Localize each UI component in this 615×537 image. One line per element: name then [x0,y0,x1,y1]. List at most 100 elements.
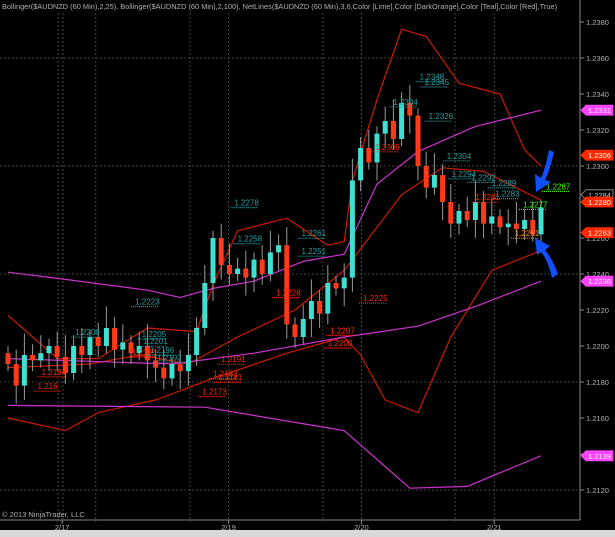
candle-body-down [292,324,298,337]
net-line-label: 1.2206 [75,328,100,337]
candle-body-up [489,216,495,224]
candle-body-up [472,202,478,220]
net-line-label: 1.2345 [425,78,450,87]
candle-body-up [522,220,528,229]
net-line-label: 1.2195 [132,348,157,357]
net-line: 1.2258 [233,235,263,245]
candle-body-up [505,223,511,228]
net-line-label: 1.2228 [276,289,301,298]
net-line: 1.2201 [139,337,168,347]
candle-body-down [13,364,19,386]
net-line-label: 1.2261 [515,229,540,238]
price-tick-label: 1.2360 [586,54,609,63]
net-line: 1.2345 [420,78,450,88]
price-tick-label: 1.2160 [586,414,609,423]
candle-body-down [54,346,60,357]
candle-body-down [5,353,11,364]
chart-background [0,0,615,537]
net-line-label: 1.2281 [475,193,500,202]
candle-body-up [103,328,109,346]
net-line: 1.2195 [127,348,157,358]
net-line: 1.2277 [518,200,548,210]
candle-body-down [440,175,446,202]
price-tick-label: 1.2180 [586,378,609,387]
net-line-label: 1.2326 [429,112,454,121]
candle-body-down [226,265,232,274]
candle-body-up [251,259,257,278]
candle-body-up [120,342,126,350]
net-line: 1.2228 [272,289,301,299]
price-marker-label: 1.2236 [588,277,611,286]
copyright: © 2013 NinjaTrader, LLC [2,510,85,519]
net-line-label: 1.216 [38,382,59,391]
candle-body-up [456,211,462,224]
candle-body-up [87,337,93,355]
net-line-label: 1.2225 [363,294,388,303]
candle-body-down [259,259,265,274]
candle-body-down [333,283,339,289]
net-line-label: 1.2278 [234,199,259,208]
net-line-label: 1.2173 [202,388,227,397]
price-marker: 1.2236 [580,275,614,287]
candle-body-up [431,175,437,188]
candle-body-down [497,216,503,228]
candle-body-down [415,115,421,166]
price-marker-label: 1.2280 [588,198,611,207]
candle-body-down [177,364,183,372]
candle-body-down [464,211,470,220]
net-line: 1.2334 [389,98,418,108]
net-line-label: 1.2191 [221,355,246,364]
price-tick-label: 1.2120 [586,486,609,495]
net-line: 1.2192 [153,353,182,363]
price-marker: 1.2263 [580,227,614,238]
candle-body-up [71,346,77,373]
price-marker-label: 1.2263 [588,229,611,238]
candle-body-down [481,202,487,224]
net-line: 1.2304 [442,152,472,162]
candle-body-up [235,268,241,274]
net-line-label: 1.2184 [42,368,67,377]
price-marker-label: 1.2306 [588,151,611,160]
candle-body-up [21,355,27,386]
net-line: 1.2326 [424,112,454,122]
net-line: 1.2191 [217,355,246,365]
price-marker-label: 1.2139 [588,452,611,461]
candle-body-down [161,367,167,379]
price-marker-label: 1.2331 [588,106,611,115]
horizontal-scrollbar[interactable] [0,530,615,537]
candle-body-down [284,245,290,325]
candle-body-up [202,283,208,328]
candle-body-up [399,103,405,139]
price-chart[interactable]: 1.23481.23451.23341.23261.23041.22941.22… [0,0,615,537]
net-line: 1.2281 [471,193,500,203]
candle-body-up [300,319,306,337]
net-line: 1.2207 [326,326,355,336]
net-line: 1.2309 [371,143,400,153]
candle-body-down [423,166,429,188]
candle-body-up [38,353,44,361]
net-line-label: 1.2207 [330,326,355,335]
net-line: 1.2278 [230,199,259,209]
candle-body-down [317,301,323,314]
price-marker: 1.2280 [580,196,614,208]
price-tick-label: 1.2320 [586,126,609,135]
net-line-label: 1.2287 [546,182,571,191]
candle-body-up [194,328,200,355]
net-line-label: 1.2304 [447,152,472,161]
net-line: 1.2289 [487,179,517,189]
net-line-label: 1.2251 [302,247,327,256]
net-line: 1.2183 [209,370,238,380]
time-tick-label: 2/21 [487,523,502,532]
candle-body-down [448,202,454,224]
net-line: 1.2184 [37,368,67,378]
price-tick-label: 1.2200 [586,342,609,351]
price-tick-label: 1.2380 [586,18,609,27]
candle-body-up [341,277,347,289]
net-line-label: 1.2277 [523,200,548,209]
net-line: 1.2225 [359,294,388,304]
candle-body-up [349,180,355,278]
price-tick-label: 1.2300 [586,162,609,171]
net-line-label: 1.2223 [135,298,160,307]
candle-body-up [358,148,364,181]
time-tick-label: 2/17 [55,523,70,532]
